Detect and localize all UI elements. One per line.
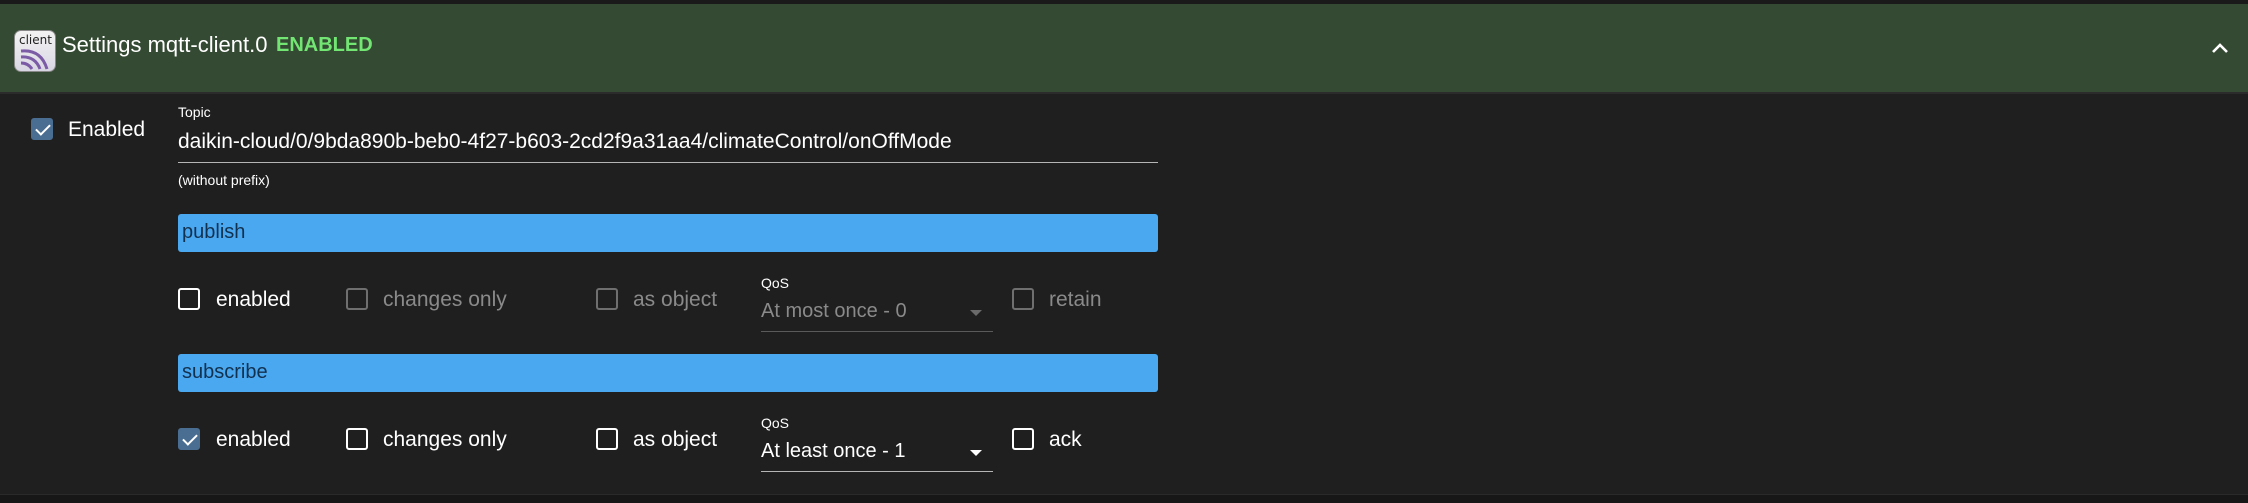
publish-qos-dropdown-icon[interactable] [970, 310, 982, 316]
subscribe-enabled-checkbox[interactable] [178, 428, 200, 450]
publish-as-object-label: as object [633, 288, 718, 311]
subscribe-section-header: subscribe [178, 354, 1158, 392]
topic-underline [178, 162, 1158, 163]
subscribe-qos-underline [761, 471, 993, 472]
subscribe-ack-label: ack [1049, 428, 1082, 451]
subscribe-ack-checkbox[interactable] [1012, 428, 1034, 450]
publish-changes-only-checkbox[interactable] [346, 288, 368, 310]
topic-helper-text: (without prefix) [178, 172, 270, 188]
publish-as-object-checkbox[interactable] [596, 288, 618, 310]
topic-label: Topic [178, 104, 211, 120]
publish-changes-only-label: changes only [383, 288, 507, 311]
panel-bottom-border [0, 494, 2248, 503]
settings-header[interactable]: client Settings mqtt-client.0 ENABLED [0, 4, 2248, 94]
publish-enabled-label: enabled [216, 288, 291, 311]
subscribe-changes-only-checkbox[interactable] [346, 428, 368, 450]
subscribe-as-object-label: as object [633, 428, 718, 451]
enabled-checkbox[interactable] [31, 118, 53, 140]
publish-qos-underline [761, 331, 993, 332]
publish-enabled-checkbox[interactable] [178, 288, 200, 310]
status-badge: ENABLED [276, 34, 373, 56]
subscribe-qos-select[interactable]: At least once - 1 [761, 440, 906, 463]
enabled-label: Enabled [68, 118, 146, 141]
mqtt-client-logo: client [14, 30, 56, 72]
subscribe-qos-dropdown-icon[interactable] [970, 450, 982, 456]
signal-waves-icon [20, 49, 49, 70]
subscribe-enabled-label: enabled [216, 428, 291, 451]
publish-retain-label: retain [1049, 288, 1102, 311]
topic-input[interactable]: daikin-cloud/0/9bda890b-beb0-4f27-b603-2… [178, 130, 952, 154]
subscribe-as-object-checkbox[interactable] [596, 428, 618, 450]
publish-section-header: publish [178, 214, 1158, 252]
settings-title: Settings mqtt-client.0 [62, 32, 268, 57]
publish-retain-checkbox[interactable] [1012, 288, 1034, 310]
chevron-up-icon[interactable] [2206, 34, 2234, 62]
publish-qos-label: QoS [761, 275, 790, 291]
subscribe-qos-label: QoS [761, 415, 790, 431]
subscribe-changes-only-label: changes only [383, 428, 507, 451]
publish-qos-select[interactable]: At most once - 0 [761, 300, 907, 323]
